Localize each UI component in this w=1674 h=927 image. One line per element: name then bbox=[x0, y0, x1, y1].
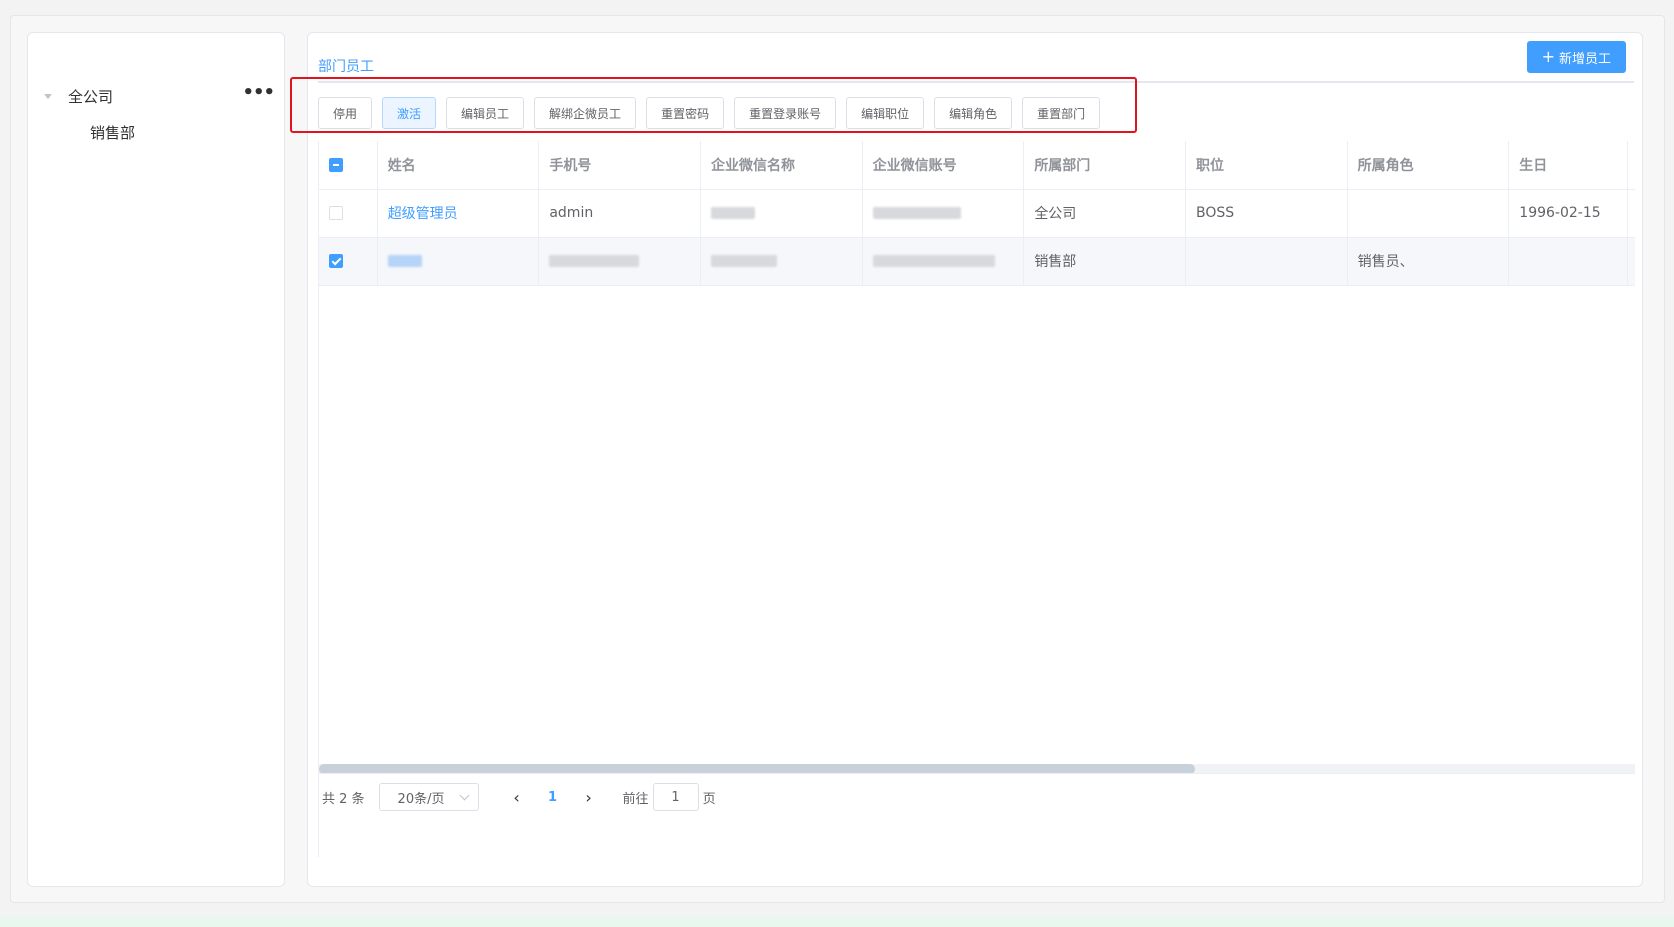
wx-account-cell bbox=[862, 237, 1025, 286]
wx-name-cell bbox=[700, 237, 863, 286]
prev-page-icon[interactable]: ‹ bbox=[503, 788, 531, 807]
role-cell: 销售员、 bbox=[1347, 237, 1510, 286]
more-horizontal-icon[interactable]: ••• bbox=[242, 84, 275, 104]
department-tree-panel: 全公司 ••• 销售部 bbox=[27, 32, 285, 887]
next-page-icon[interactable]: › bbox=[575, 788, 603, 807]
goto-page: 前往 页 bbox=[623, 783, 716, 811]
column-header: 企业微信账号 bbox=[862, 141, 1025, 190]
wx-account-cell bbox=[862, 189, 1025, 238]
redacted-block bbox=[711, 255, 777, 267]
redacted-block bbox=[872, 255, 995, 267]
chevron-down-icon bbox=[459, 790, 469, 800]
table-header-row: 姓名 手机号 企业微信名称 企业微信账号 所属部门 职位 所属角色 生日 性 bbox=[319, 141, 1635, 190]
batch-action-toolbar: 停用 激活 编辑员工 解绑企微员工 重置密码 重置登录账号 编辑职位 编辑角色 … bbox=[318, 97, 1101, 133]
caret-down-icon[interactable] bbox=[44, 93, 52, 99]
disable-button[interactable]: 停用 bbox=[318, 97, 373, 129]
reset-login-account-button[interactable]: 重置登录账号 bbox=[734, 97, 837, 129]
birthday-cell: 1996-02-15 bbox=[1508, 189, 1628, 238]
column-header: 所属角色 bbox=[1347, 141, 1510, 190]
tree-node-sales-label: 销售部 bbox=[90, 123, 136, 142]
redacted-block bbox=[549, 255, 640, 267]
employee-table: 姓名 手机号 企业微信名称 企业微信账号 所属部门 职位 所属角色 生日 性 超… bbox=[318, 141, 1635, 857]
total-count: 共 2 条 bbox=[322, 791, 365, 807]
tree-node-sales[interactable]: 销售部 bbox=[90, 119, 135, 145]
role-cell bbox=[1347, 189, 1510, 238]
reset-department-button[interactable]: 重置部门 bbox=[1022, 97, 1101, 129]
tree-node-root[interactable]: 全公司 ••• bbox=[44, 83, 275, 109]
status-strip bbox=[0, 915, 1674, 927]
tab-department-employees[interactable]: 部门员工 bbox=[318, 53, 374, 81]
department-cell: 全公司 bbox=[1023, 189, 1186, 238]
add-employee-button[interactable]: + 新增员工 bbox=[1526, 41, 1626, 73]
plus-icon: + bbox=[1541, 47, 1555, 66]
phone-cell: admin bbox=[538, 189, 701, 238]
birthday-cell bbox=[1508, 237, 1628, 286]
column-header: 企业微信名称 bbox=[700, 141, 863, 190]
divider bbox=[318, 773, 1635, 774]
gender-cell: 男 bbox=[1627, 237, 1635, 286]
edit-position-button[interactable]: 编辑职位 bbox=[846, 97, 925, 129]
position-cell bbox=[1185, 237, 1348, 286]
activate-button[interactable]: 激活 bbox=[382, 97, 437, 129]
column-header: 职位 bbox=[1185, 141, 1348, 190]
employee-name-link[interactable]: 超级管理员 bbox=[388, 206, 458, 222]
tree-node-root-label: 全公司 bbox=[68, 87, 114, 106]
row-checkbox[interactable] bbox=[329, 206, 343, 220]
row-checkbox[interactable] bbox=[329, 254, 343, 268]
employee-panel: 部门员工 + 新增员工 停用 激活 编辑员工 解绑企微员工 重置密码 重置登录账… bbox=[290, 32, 1643, 887]
tabs-bar: 部门员工 + 新增员工 bbox=[318, 33, 1634, 83]
column-header: 性 bbox=[1627, 141, 1635, 190]
column-header: 姓名 bbox=[377, 141, 540, 190]
redacted-block bbox=[387, 255, 422, 267]
department-cell: 销售部 bbox=[1023, 237, 1186, 286]
column-header: 手机号 bbox=[538, 141, 701, 190]
add-employee-label: 新增员工 bbox=[1558, 51, 1611, 67]
pagination: 共 2 条 20条/页 ‹ 1 › 前往 页 bbox=[322, 783, 716, 811]
page-size-value: 20条/页 bbox=[397, 791, 445, 807]
page-size-select[interactable]: 20条/页 bbox=[378, 783, 479, 811]
edit-employee-button[interactable]: 编辑员工 bbox=[446, 97, 525, 129]
goto-suffix: 页 bbox=[702, 791, 716, 807]
position-cell: BOSS bbox=[1185, 189, 1348, 238]
goto-prefix: 前往 bbox=[622, 791, 649, 807]
phone-cell bbox=[538, 237, 701, 286]
column-header: 生日 bbox=[1508, 141, 1628, 190]
select-all-checkbox[interactable] bbox=[329, 157, 343, 172]
redacted-block bbox=[711, 207, 755, 219]
column-header: 所属部门 bbox=[1023, 141, 1186, 190]
edit-role-button[interactable]: 编辑角色 bbox=[934, 97, 1013, 129]
table-row[interactable]: 超级管理员 admin 全公司 BOSS 1996-02-15 男 bbox=[319, 189, 1635, 238]
redacted-block bbox=[872, 207, 961, 219]
goto-page-input[interactable] bbox=[652, 783, 699, 811]
wx-name-cell bbox=[700, 189, 863, 238]
page-number-current[interactable]: 1 bbox=[531, 790, 575, 805]
employee-name-cell[interactable] bbox=[377, 237, 540, 286]
unbind-wecom-button[interactable]: 解绑企微员工 bbox=[534, 97, 637, 129]
gender-cell: 男 bbox=[1627, 189, 1635, 238]
table-row[interactable]: 销售部 销售员、 男 bbox=[319, 237, 1635, 286]
reset-password-button[interactable]: 重置密码 bbox=[646, 97, 725, 129]
